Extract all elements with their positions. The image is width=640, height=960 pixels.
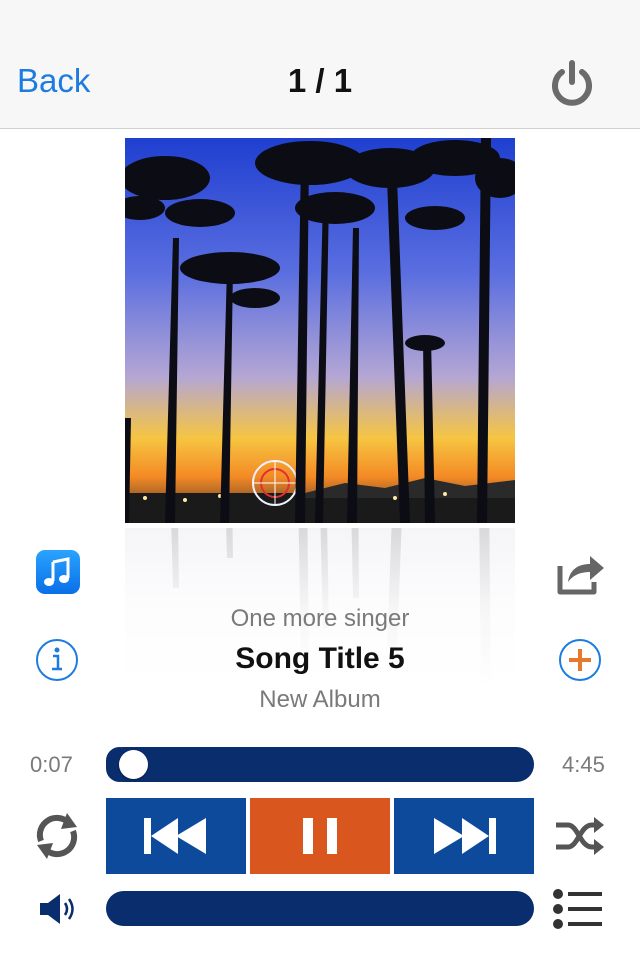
pause-button[interactable]	[250, 798, 390, 874]
music-note-icon[interactable]	[36, 550, 80, 594]
pause-icon	[303, 818, 337, 854]
elapsed-time: 0:07	[30, 752, 73, 777]
power-icon[interactable]	[546, 58, 598, 110]
info-icon[interactable]	[34, 637, 80, 683]
artist-name: One more singer	[230, 605, 410, 632]
page-title: 1 / 1	[287, 62, 353, 99]
previous-track-button[interactable]	[106, 798, 246, 874]
speaker-icon	[38, 891, 80, 927]
add-icon[interactable]	[557, 637, 603, 683]
progress-slider[interactable]	[106, 747, 534, 782]
shuffle-icon[interactable]	[554, 811, 606, 861]
album-artwork	[125, 138, 515, 523]
share-icon[interactable]	[554, 548, 606, 596]
song-title: Song Title 5	[235, 642, 405, 675]
repeat-icon[interactable]	[31, 811, 83, 861]
list-icon[interactable]	[552, 888, 604, 930]
next-track-button[interactable]	[394, 798, 534, 874]
next-track-icon	[434, 818, 496, 854]
total-time: 4:45	[562, 752, 605, 777]
album-name: New Album	[259, 686, 381, 713]
progress-thumb[interactable]	[119, 750, 148, 779]
previous-track-icon	[144, 818, 206, 854]
volume-slider[interactable]	[106, 891, 534, 926]
back-button[interactable]: Back	[17, 62, 90, 100]
